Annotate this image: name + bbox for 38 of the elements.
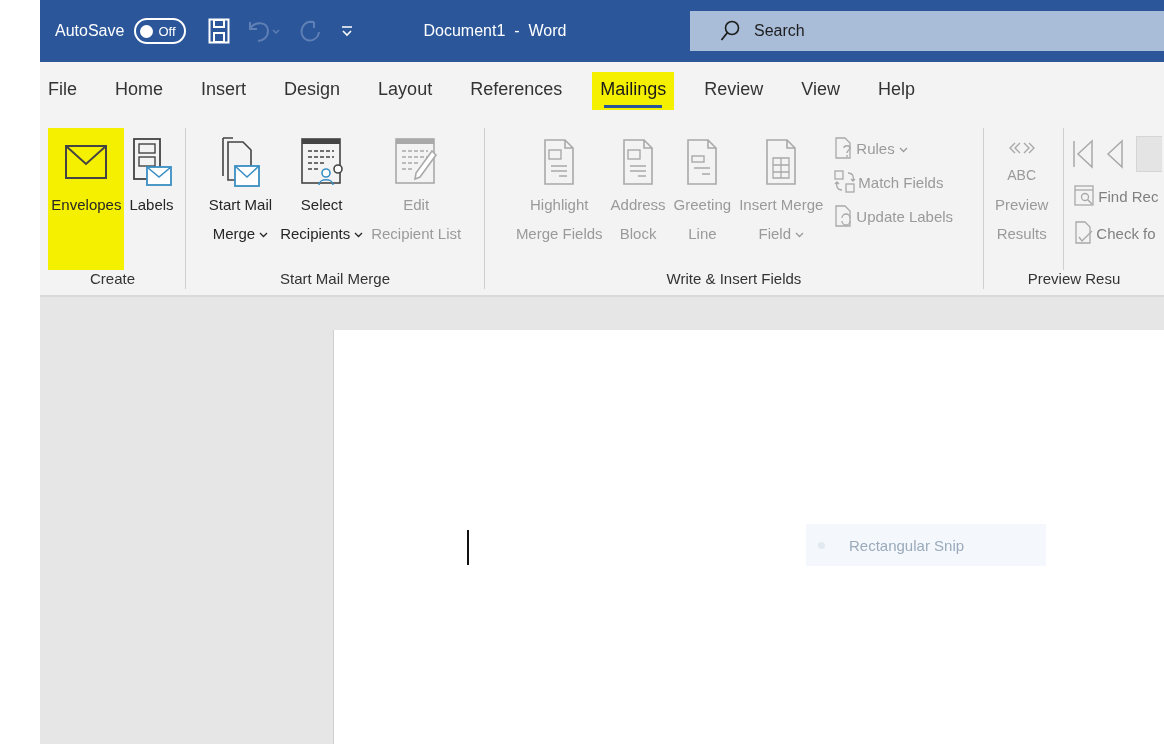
envelope-icon <box>64 144 109 180</box>
snip-tooltip: Rectangular Snip <box>806 524 1046 566</box>
ribbon-tab[interactable]: Home <box>107 72 172 110</box>
ribbon-tab[interactable]: Design <box>276 72 349 110</box>
ribbon-button[interactable]: Labels <box>126 128 177 270</box>
first-record-icon[interactable] <box>1072 139 1095 169</box>
ribbon-tab[interactable]: File <box>40 72 85 110</box>
table-person-icon <box>299 137 344 187</box>
text-cursor <box>467 530 469 565</box>
ribbon-tab[interactable]: Mailings <box>592 72 675 110</box>
table-pencil-icon <box>394 137 439 187</box>
customize-toolbar-icon[interactable] <box>339 24 354 38</box>
autosave-label: AutoSave <box>55 22 125 40</box>
icon-label: ABC <box>1007 166 1037 185</box>
group-label: Write & Insert Fields <box>665 270 803 289</box>
group-label: Create <box>89 270 136 289</box>
search-field[interactable]: Search <box>690 11 1164 51</box>
previous-record-icon[interactable] <box>1106 139 1125 169</box>
ribbon-button[interactable]: Envelopes <box>48 128 125 270</box>
search-icon <box>720 20 740 42</box>
ribbon-button[interactable]: Start Mail Merge <box>205 128 276 270</box>
ribbon-tab[interactable]: Layout <box>370 72 441 110</box>
labels-icon <box>131 137 172 187</box>
ribbon-tab[interactable]: Review <box>696 72 772 110</box>
document-check-icon <box>1074 220 1095 246</box>
ribbon-tab[interactable]: References <box>462 72 571 110</box>
window-title: Document1 - Word <box>423 22 567 40</box>
documents-envelope-icon <box>219 136 262 188</box>
ribbon-tab[interactable]: Help <box>869 72 923 110</box>
ribbon-tab[interactable]: View <box>793 72 848 110</box>
group-label: Start Mail Merge <box>278 270 391 289</box>
ribbon-button[interactable]: Select Recipients <box>277 128 367 270</box>
group-label: Preview Resu <box>1026 270 1122 289</box>
save-icon[interactable] <box>207 18 230 44</box>
swap-boxes-icon <box>834 170 857 194</box>
table-search-icon <box>1074 184 1097 208</box>
ribbon-tab[interactable]: Insert <box>193 72 255 110</box>
autosave-toggle[interactable]: Off <box>134 18 186 44</box>
